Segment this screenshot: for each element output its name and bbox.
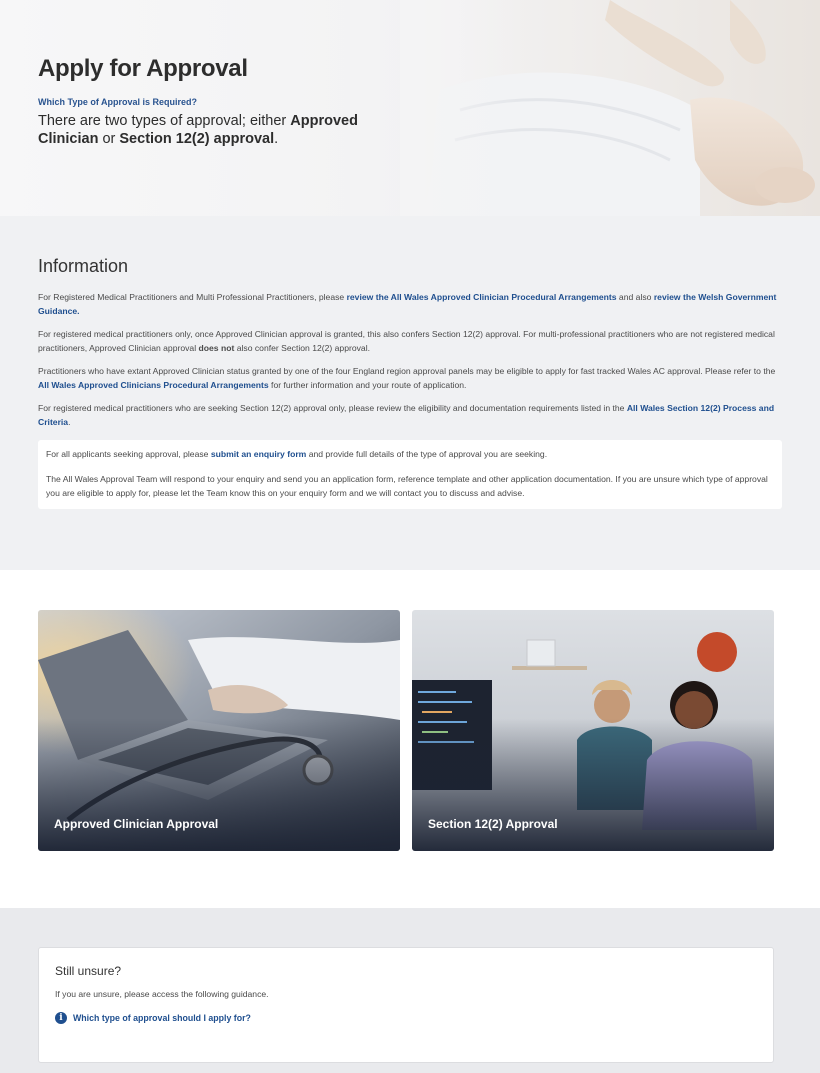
hero-lead-text: There are two types of approval; either xyxy=(38,113,291,129)
text: Practitioners who have extant Approved C… xyxy=(38,366,776,376)
laptop-stethoscope-image xyxy=(38,610,400,851)
info-box-paragraph: The All Wales Approval Team will respond… xyxy=(46,474,768,498)
hero-content: Apply for Approval Which Type of Approva… xyxy=(38,55,398,148)
enquiry-form-link[interactable]: submit an enquiry form xyxy=(211,449,307,459)
info-paragraph: Practitioners who have extant Approved C… xyxy=(38,364,782,392)
two-women-computer-image xyxy=(412,610,774,851)
ac-procedural-arrangements-link[interactable]: review the All Wales Approved Clinician … xyxy=(347,292,617,302)
approved-clinician-card[interactable]: Approved Clinician Approval xyxy=(38,610,400,851)
text: and also xyxy=(616,292,654,302)
approval-cards: Approved Clinician Approval Section 12(2… xyxy=(0,570,820,908)
text: For registered medical practitioners onl… xyxy=(38,329,775,353)
hero-banner: Apply for Approval Which Type of Approva… xyxy=(0,0,820,216)
hero-lead: There are two types of approval; either … xyxy=(38,112,398,148)
info-paragraph: For registered medical practitioners who… xyxy=(38,401,782,429)
info-box-paragraph: For all applicants seeking approval, ple… xyxy=(46,447,774,461)
text: for further information and your route o… xyxy=(268,380,467,390)
still-unsure-heading: Still unsure? xyxy=(55,964,122,978)
section-12-card[interactable]: Section 12(2) Approval xyxy=(412,610,774,851)
info-icon: i xyxy=(55,1012,67,1024)
card-label: Approved Clinician Approval xyxy=(54,817,219,831)
still-unsure-box: Still unsure? If you are unsure, please … xyxy=(38,947,774,1063)
text: For all applicants seeking approval, ple… xyxy=(46,449,211,459)
enquiry-info-box: For all applicants seeking approval, ple… xyxy=(38,440,782,509)
still-unsure-section: Still unsure? If you are unsure, please … xyxy=(0,908,820,1073)
hero-subtitle: Which Type of Approval is Required? xyxy=(38,97,198,107)
which-approval-link[interactable]: i Which type of approval should I apply … xyxy=(55,1012,757,1024)
information-section: Information For Registered Medical Pract… xyxy=(0,216,820,570)
information-heading: Information xyxy=(38,256,129,276)
text: For Registered Medical Practitioners and… xyxy=(38,292,347,302)
ac-procedural-arrangements-link-2[interactable]: All Wales Approved Clinicians Procedural… xyxy=(38,380,269,390)
bold-text: does not xyxy=(198,343,235,353)
which-approval-link-label: Which type of approval should I apply fo… xyxy=(73,1013,251,1023)
card-label: Section 12(2) Approval xyxy=(428,817,558,831)
still-unsure-text: If you are unsure, please access the fol… xyxy=(55,989,269,999)
text: . xyxy=(68,417,71,427)
text: also confer Section 12(2) approval. xyxy=(234,343,370,353)
hero-fade xyxy=(400,0,520,216)
hero-lead-text: or xyxy=(98,131,120,147)
text: For registered medical practitioners who… xyxy=(38,403,627,413)
hero-lead-text: . xyxy=(274,131,279,147)
hero-lead-bold: Section 12(2) approval xyxy=(119,131,275,147)
info-paragraph: For registered medical practitioners onl… xyxy=(38,327,782,355)
text: and provide full details of the type of … xyxy=(306,449,548,459)
page-title: Apply for Approval xyxy=(38,55,248,82)
info-paragraph: For Registered Medical Practitioners and… xyxy=(38,290,782,318)
